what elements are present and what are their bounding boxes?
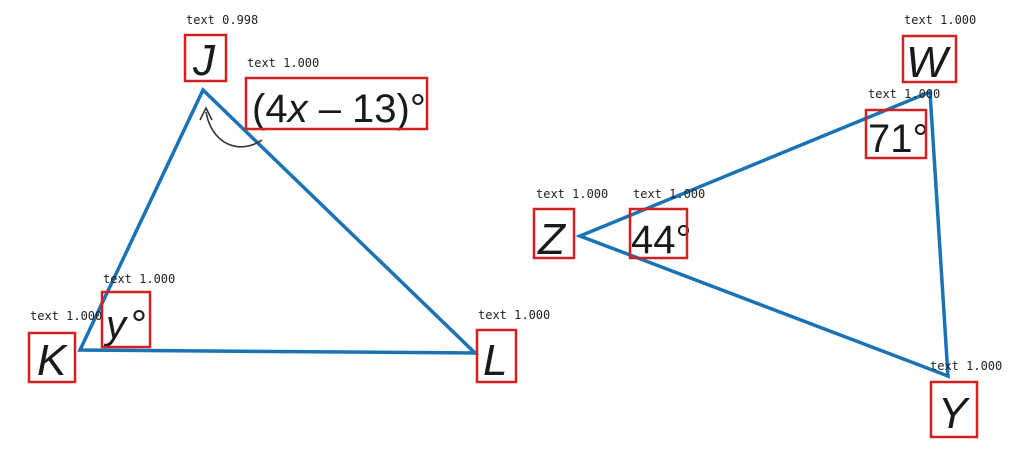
diagram-svg: J K L (4x – 13)° y ° Z W Y 44° 71° text 0… bbox=[27, 13, 1002, 439]
vertex-label-j: J bbox=[192, 36, 216, 85]
tag-vertex-l: text 1.000 bbox=[478, 308, 550, 322]
diagram-canvas: J K L (4x – 13)° y ° Z W Y 44° 71° text 0… bbox=[0, 0, 1021, 461]
angle-label-w: 71° bbox=[868, 117, 929, 161]
tag-vertex-w: text 1.000 bbox=[904, 13, 976, 27]
vertex-label-z: Z bbox=[537, 215, 567, 264]
tag-angle-w: text 1.000 bbox=[868, 87, 940, 101]
angle-label-j: (4x – 13)° bbox=[252, 87, 426, 131]
vertex-label-k: K bbox=[37, 336, 68, 385]
tag-vertex-y: text 1.000 bbox=[930, 359, 1002, 373]
tag-angle-j: text 1.000 bbox=[247, 56, 319, 70]
angle-label-k: y ° bbox=[103, 303, 147, 347]
tag-angle-z: text 1.000 bbox=[633, 187, 705, 201]
vertex-label-y: Y bbox=[938, 389, 970, 438]
tag-vertex-z: text 1.000 bbox=[536, 187, 608, 201]
tag-vertex-j: text 0.998 bbox=[186, 13, 258, 27]
vertex-label-l: L bbox=[483, 336, 507, 385]
tag-vertex-k: text 1.000 bbox=[30, 309, 102, 323]
angle-label-z: 44° bbox=[631, 218, 692, 262]
tag-angle-k: text 1.000 bbox=[103, 272, 175, 286]
vertex-label-w: W bbox=[906, 38, 951, 87]
